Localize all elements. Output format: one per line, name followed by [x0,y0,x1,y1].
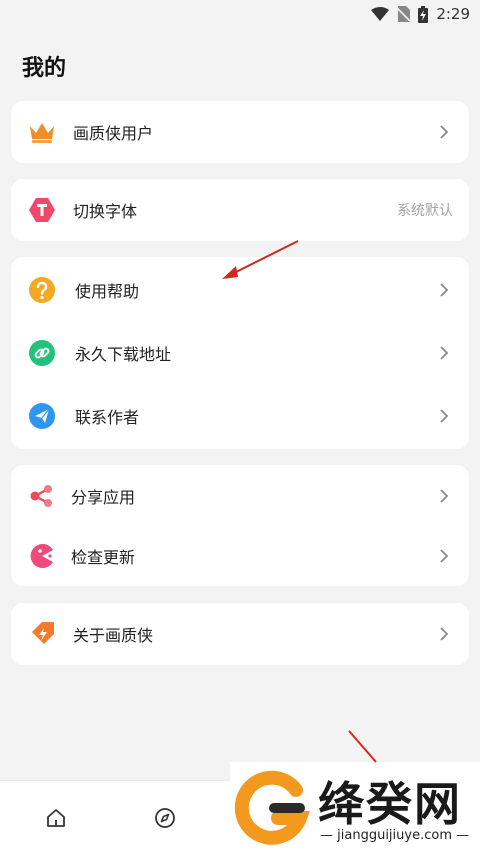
watermark: 绛癸网 — jiangguijiuye.com — [230,762,480,853]
compass-icon[interactable] [152,805,178,831]
chevron-right-icon [440,549,449,563]
question-icon [27,275,57,305]
help-row[interactable]: 使用帮助 [11,259,469,321]
tag-bolt-icon [27,619,57,649]
contact-row[interactable]: 联系作者 [11,385,469,447]
font-t-icon [27,195,57,225]
font-label: 切换字体 [73,202,138,221]
page-title: 我的 [22,56,67,81]
update-row[interactable]: 检查更新 [11,525,469,587]
link-icon [27,338,57,368]
watermark-url: — jiangguijiuye.com — [320,828,470,843]
send-icon [27,401,57,431]
font-card: 切换字体 系统默认 [11,179,469,241]
home-icon[interactable] [43,805,69,831]
battery-charging-icon [418,5,429,23]
annotation-arrow-bottom [348,730,377,763]
help-label: 使用帮助 [75,282,140,301]
about-row[interactable]: 关于画质侠 [11,603,469,665]
wifi-icon [371,7,390,21]
chevron-right-icon [440,346,449,360]
font-value: 系统默认 [397,203,453,219]
status-time: 2:29 [436,5,470,23]
chevron-right-icon [440,489,449,503]
status-bar: 2:29 [0,0,480,28]
chevron-right-icon [440,125,449,139]
pacman-icon [27,541,57,571]
chevron-right-icon [440,409,449,423]
app-card: 分享应用 检查更新 [11,465,469,586]
font-row[interactable]: 切换字体 系统默认 [11,179,469,241]
watermark-logo [234,770,311,845]
watermark-text: 绛癸网 [318,777,462,831]
chevron-right-icon [440,283,449,297]
share-icon [27,481,57,511]
no-sim-icon [397,6,411,22]
contact-label: 联系作者 [75,408,140,427]
download-label: 永久下载地址 [75,345,172,364]
support-card: 使用帮助 永久下载地址 联系作者 [11,257,469,449]
vip-card: 画质侠用户 [11,101,469,163]
share-row[interactable]: 分享应用 [11,465,469,527]
share-label: 分享应用 [71,488,136,507]
chevron-right-icon [440,627,449,641]
download-row[interactable]: 永久下载地址 [11,322,469,384]
vip-row[interactable]: 画质侠用户 [11,101,469,163]
crown-icon [27,117,57,147]
about-label: 关于画质侠 [73,626,154,645]
update-label: 检查更新 [71,548,136,567]
about-card: 关于画质侠 [11,603,469,665]
vip-label: 画质侠用户 [73,124,154,143]
